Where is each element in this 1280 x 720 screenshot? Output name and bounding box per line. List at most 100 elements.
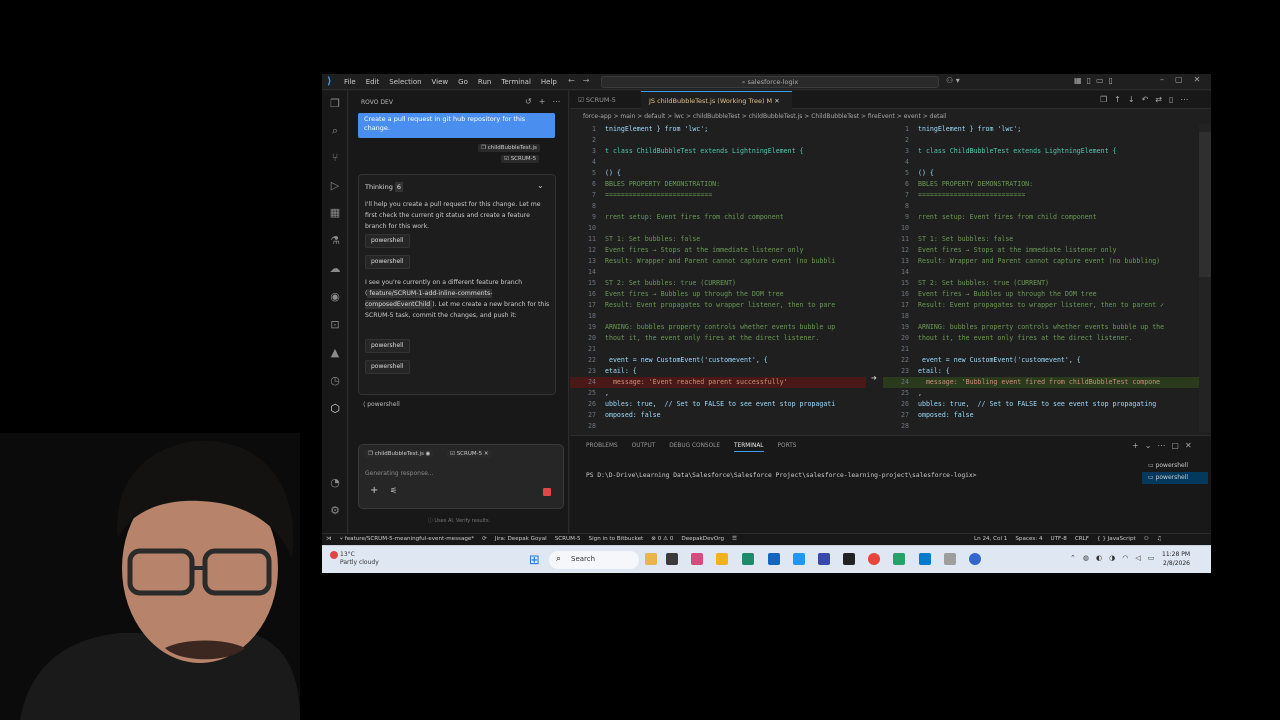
history-icon[interactable]: ↺ bbox=[525, 97, 532, 106]
maximize-panel-icon[interactable]: ▢ bbox=[1171, 441, 1179, 450]
panel-more-icon[interactable]: ⋯ bbox=[1157, 441, 1165, 450]
context-chip-file[interactable]: ❐ childBubbleTest.js bbox=[478, 144, 540, 152]
app-icon-3[interactable] bbox=[818, 553, 830, 565]
code-line[interactable]: 14 bbox=[883, 267, 1199, 278]
tab-ports[interactable]: PORTS bbox=[778, 443, 797, 452]
edge-icon[interactable] bbox=[742, 553, 754, 565]
code-line[interactable]: 10 bbox=[570, 223, 866, 234]
chat-input-box[interactable]: ❐ childBubbleTest.js ◉ ☑ SCRUM-5 ✕ Gener… bbox=[358, 444, 564, 509]
breadcrumb[interactable]: force-app > main > default > lwc > child… bbox=[583, 113, 947, 120]
input-chip-issue[interactable]: ☑ SCRUM-5 ✕ bbox=[447, 450, 492, 458]
powershell-block-3[interactable]: powershell bbox=[365, 339, 410, 353]
issue-status[interactable]: SCRUM-5 bbox=[555, 536, 581, 542]
snipping-tool-icon[interactable] bbox=[944, 553, 956, 565]
menu-go[interactable]: Go bbox=[458, 78, 468, 86]
code-line[interactable]: 15 ST 2: Set bubbles: true (CURRENT) bbox=[570, 278, 866, 289]
code-line[interactable]: 9 rrent setup: Event fires from child com… bbox=[570, 212, 866, 223]
code-line[interactable]: 21 bbox=[570, 344, 866, 355]
testing-icon[interactable]: ⚗ bbox=[328, 234, 342, 248]
code-line[interactable]: 16 Event fires → Bubbles up through the D… bbox=[883, 289, 1199, 300]
tab-scrum-5[interactable]: ☑ SCRUM-5 bbox=[578, 96, 616, 104]
menu-help[interactable]: Help bbox=[541, 78, 557, 86]
terminal-item-1[interactable]: ▭ powershell bbox=[1142, 460, 1208, 472]
code-line[interactable]: 22 event = new CustomEvent('customevent'… bbox=[570, 355, 866, 366]
code-line[interactable]: 2 bbox=[570, 135, 866, 146]
code-line[interactable]: 7 =========================== bbox=[883, 190, 1199, 201]
extensions-icon[interactable]: ▦ bbox=[328, 206, 342, 220]
terminal-prompt[interactable]: PS D:\D-Drive\Learning Data\Salesforce\S… bbox=[586, 472, 976, 479]
code-line[interactable]: 9 rrent setup: Event fires from child com… bbox=[883, 212, 1199, 223]
diff-overview-ruler[interactable] bbox=[1199, 124, 1211, 432]
code-line[interactable]: 23 etail: { bbox=[883, 366, 1199, 377]
line-ending[interactable]: CRLF bbox=[1075, 536, 1089, 542]
menu-selection[interactable]: Selection bbox=[389, 78, 421, 86]
manage-gear-icon[interactable]: ⚙ bbox=[328, 504, 342, 518]
app-icon-1[interactable] bbox=[691, 553, 703, 565]
app-icon-6[interactable] bbox=[969, 553, 981, 565]
task-view-icon[interactable] bbox=[666, 553, 678, 565]
diff-original-pane[interactable]: 1 tningElement } from 'lwc'; 2 3 t class Chi… bbox=[570, 124, 866, 432]
search-icon[interactable]: ⌕ bbox=[328, 124, 342, 138]
toggle-secondary-sidebar-icon[interactable]: ▯ bbox=[1109, 76, 1113, 85]
code-line[interactable]: 26 ubbles: true, // Set to FALSE to see e… bbox=[883, 399, 1199, 410]
problems-status[interactable]: ⊗ 0 ⚠ 0 bbox=[651, 536, 673, 542]
account-icon[interactable]: ◔ bbox=[328, 476, 342, 490]
code-line[interactable]: 6 BBLES PROPERTY DEMONSTRATION: bbox=[570, 179, 866, 190]
powershell-block-2[interactable]: powershell bbox=[365, 255, 410, 269]
diff-modified-pane[interactable]: 1 tningElement } from 'lwc'; 2 3 t class Chi… bbox=[883, 124, 1199, 432]
code-line[interactable]: 2 bbox=[883, 135, 1199, 146]
tray-app-icon-1[interactable]: ◍ bbox=[1083, 554, 1089, 562]
tools-icon[interactable]: ⚟ bbox=[390, 486, 397, 495]
code-line[interactable]: 3 t class ChildBubbleTest extends Lightni… bbox=[570, 146, 866, 157]
menu-edit[interactable]: Edit bbox=[366, 78, 380, 86]
taskbar-search[interactable]: ⌕ Search bbox=[549, 551, 639, 569]
source-control-icon[interactable]: ⑂ bbox=[328, 151, 342, 165]
code-line[interactable]: 27 omposed: false bbox=[883, 410, 1199, 421]
tray-app-icon-2[interactable]: ◐ bbox=[1096, 554, 1102, 562]
tab-problems[interactable]: PROBLEMS bbox=[586, 443, 618, 452]
context-chip-issue[interactable]: ☑ SCRUM-5 bbox=[501, 155, 540, 163]
tab-debug-console[interactable]: DEBUG CONSOLE bbox=[669, 443, 720, 452]
code-line[interactable]: 24 message: 'Event reached parent succes… bbox=[570, 377, 866, 388]
org-status[interactable]: DeepakDevOrg bbox=[681, 536, 724, 542]
timeline-icon[interactable]: ◷ bbox=[328, 374, 342, 388]
add-context-icon[interactable]: + bbox=[370, 485, 378, 496]
code-line[interactable]: 12 Event fires → Stops at the immediate l… bbox=[570, 245, 866, 256]
powershell-running[interactable]: ⟨ powershell bbox=[363, 401, 400, 408]
code-line[interactable]: 4 bbox=[570, 157, 866, 168]
code-line[interactable]: 17 Result: Event propagates to wrapper li… bbox=[570, 300, 866, 311]
previous-change-icon[interactable]: ↑ bbox=[1114, 95, 1121, 104]
terminal-dropdown-icon[interactable]: ⌄ bbox=[1145, 441, 1152, 450]
code-line[interactable]: 8 bbox=[570, 201, 866, 212]
close-window-icon[interactable]: ✕ bbox=[1194, 75, 1201, 84]
close-tab-icon[interactable]: ✕ bbox=[774, 97, 779, 105]
vscode-taskbar-icon[interactable] bbox=[919, 553, 931, 565]
tray-chevron-icon[interactable]: ⌃ bbox=[1070, 554, 1076, 562]
terminal-item-2[interactable]: ▭ powershell bbox=[1142, 472, 1208, 484]
taskbar-clock[interactable]: 11:28 PM 2/8/2026 bbox=[1154, 550, 1190, 568]
code-line[interactable]: 11 ST 1: Set bubbles: false bbox=[883, 234, 1199, 245]
file-explorer-icon[interactable] bbox=[716, 553, 728, 565]
code-line[interactable]: 5 () { bbox=[570, 168, 866, 179]
code-line[interactable]: 3 t class ChildBubbleTest extends Lightni… bbox=[883, 146, 1199, 157]
app-icon-2[interactable] bbox=[793, 553, 805, 565]
store-icon[interactable] bbox=[768, 553, 780, 565]
code-line[interactable]: 19 ARNING: bubbles property controls whet… bbox=[570, 322, 866, 333]
code-line[interactable]: 8 bbox=[883, 201, 1199, 212]
revert-icon[interactable]: ↶ bbox=[1142, 95, 1149, 104]
language-mode[interactable]: { } JavaScript bbox=[1097, 536, 1136, 542]
forward-arrow-icon[interactable]: → bbox=[583, 76, 590, 85]
menu-run[interactable]: Run bbox=[478, 78, 491, 86]
layout-customize-icon[interactable]: ▦ bbox=[1074, 76, 1082, 85]
rovo-dev-icon[interactable]: ⬡ bbox=[328, 402, 342, 416]
menu-terminal[interactable]: Terminal bbox=[501, 78, 531, 86]
code-line[interactable]: 24 message: 'Bubbling event fired from c… bbox=[883, 377, 1199, 388]
code-line[interactable]: 25, bbox=[570, 388, 866, 399]
app-icon-4[interactable] bbox=[843, 553, 855, 565]
cursor-position[interactable]: Ln 24, Col 1 bbox=[974, 536, 1007, 542]
widgets-icon[interactable] bbox=[645, 553, 657, 565]
more-icon[interactable]: ⋯ bbox=[552, 97, 560, 106]
maximize-icon[interactable]: ▢ bbox=[1175, 75, 1183, 84]
command-center-search[interactable]: ⌕ salesforce-logix bbox=[601, 76, 939, 88]
jira-status[interactable]: Jira: Deepak Goyal bbox=[495, 536, 547, 542]
